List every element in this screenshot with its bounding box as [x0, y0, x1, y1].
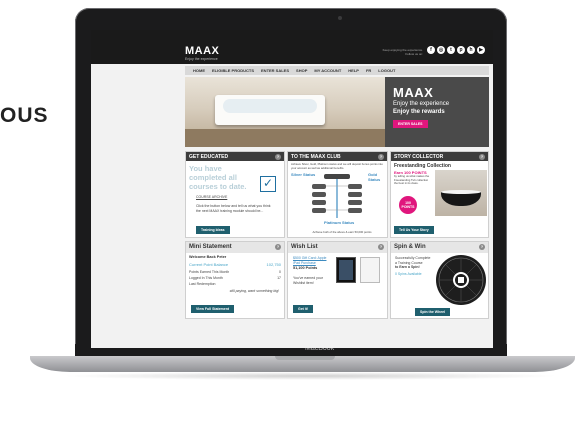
- gold-status-label: Gold Status: [368, 172, 381, 182]
- panel-title: Wish List: [291, 244, 318, 250]
- help-icon[interactable]: ?: [275, 243, 281, 250]
- platinum-status-label: Platinum Status: [324, 220, 355, 225]
- balance-value: 102,750: [266, 262, 281, 267]
- main-nav: HOME ELIGIBLE PRODUCTS ENTER SALES SHOP …: [185, 66, 489, 75]
- training-prompt-text: Click the button below and tell us what …: [196, 204, 271, 213]
- site-logo-tagline: Enjoy the experience: [185, 57, 218, 61]
- story-collector-panel: STORY COLLECTOR? Freestanding Collection…: [390, 151, 489, 238]
- bathtub-shape: [215, 95, 325, 125]
- help-icon[interactable]: ?: [378, 243, 384, 250]
- hero-title: MAAX: [393, 85, 434, 100]
- wishlist-item-link[interactable]: $500 Gift Card: Apple iPad Purchase: [293, 256, 331, 265]
- nav-item-enter-sales[interactable]: ENTER SALES: [261, 68, 289, 73]
- maax-club-panel: TO THE MAAX CLUB? Achieve Silver, Gold, …: [287, 151, 388, 238]
- panel-header: TO THE MAAX CLUB?: [288, 152, 387, 161]
- facebook-icon[interactable]: f: [427, 46, 435, 54]
- panel-header: STORY COLLECTOR?: [391, 152, 488, 161]
- panel-title: Spin & Win: [394, 244, 426, 250]
- tell-us-your-story-button[interactable]: Tell Us Your Story: [394, 226, 434, 234]
- twitter-icon[interactable]: t: [447, 46, 455, 54]
- wishlist-points: 51,100 Points: [293, 266, 318, 270]
- instagram-icon[interactable]: ◎: [437, 46, 445, 54]
- nav-item-fr[interactable]: FR: [366, 68, 371, 73]
- hero-banner: MAAX Enjoy the experience Enjoy the rewa…: [185, 77, 489, 147]
- laptop-notch: [275, 356, 335, 360]
- courses-complete-headline: You have completed all courses to date.: [189, 164, 247, 191]
- get-it-button[interactable]: Get It!: [293, 305, 314, 313]
- club-flow-diagram: [312, 174, 362, 218]
- nav-item-logout[interactable]: LOGOUT: [378, 68, 395, 73]
- social-links: f ◎ t p h ▶: [427, 46, 485, 54]
- wishlist-note: You've earned your Wishlist item!: [293, 276, 323, 285]
- hero-line-1: Enjoy the experience: [393, 101, 450, 107]
- balance-row: Current Point Balance 102,750: [189, 262, 281, 267]
- camera-dot: [338, 16, 342, 20]
- club-intro: Achieve Silver, Gold, Platinum status an…: [291, 162, 383, 170]
- mini-statement-panel: Mini Statement? Welcome Back Peter Curre…: [185, 241, 285, 319]
- panel-header: Wish List?: [288, 242, 387, 253]
- panel-title: TO THE MAAX CLUB: [291, 154, 341, 160]
- get-educated-panel: GET EDUCATED? You have completed all cou…: [185, 151, 285, 238]
- training-ideas-button[interactable]: Training Ideas: [196, 226, 230, 234]
- site-logo[interactable]: MAAX: [185, 45, 219, 57]
- help-icon[interactable]: ?: [479, 243, 485, 250]
- stage: OUS MacBook MAAX Enjoy the experience Ke…: [0, 0, 575, 430]
- site-header: MAAX Enjoy the experience Keep enjoying …: [91, 30, 493, 64]
- story-heading: Freestanding Collection: [394, 163, 451, 169]
- wish-list-panel: Wish List? $500 Gift Card: Apple iPad Pu…: [287, 241, 388, 319]
- panel-header: Spin & Win?: [391, 242, 488, 253]
- nav-item-help[interactable]: HELP: [348, 68, 359, 73]
- enter-sales-button[interactable]: ENTER SALES: [393, 120, 428, 128]
- ipad-back-image: [360, 257, 380, 283]
- panel-header: GET EDUCATED?: [186, 152, 284, 161]
- panel-title: Mini Statement: [189, 244, 232, 250]
- panel-title: STORY COLLECTOR: [394, 154, 444, 160]
- panel-header: Mini Statement?: [186, 242, 284, 253]
- welcome-text: Welcome Back Peter: [189, 255, 227, 259]
- spin-instructions: Successfully Complete a Training Course to…: [395, 256, 431, 269]
- nav-item-my-account[interactable]: MY ACCOUNT: [314, 68, 341, 73]
- background-text: OUS: [0, 104, 49, 127]
- pinterest-icon[interactable]: p: [457, 46, 465, 54]
- bathtub-photo: [185, 77, 385, 147]
- freestanding-tub-photo: [435, 170, 487, 216]
- nav-item-home[interactable]: HOME: [193, 68, 205, 73]
- nav-item-eligible-products[interactable]: ELIGIBLE PRODUCTS: [212, 68, 254, 73]
- statement-note: still paying, want something big!: [229, 289, 279, 293]
- table-row: Last Redemption: [189, 282, 216, 286]
- youtube-icon[interactable]: ▶: [477, 46, 485, 54]
- laptop-screen: MAAX Enjoy the experience Keep enjoying …: [91, 30, 493, 348]
- houzz-icon[interactable]: h: [467, 46, 475, 54]
- hero-line-2: Enjoy the rewards: [393, 109, 445, 115]
- spins-available: 0 Spins Available: [395, 272, 422, 276]
- course-archive-link[interactable]: COURSE ARCHIVE: [196, 195, 227, 200]
- prize-wheel[interactable]: [435, 254, 487, 306]
- help-icon[interactable]: ?: [479, 153, 485, 160]
- panel-title: GET EDUCATED: [189, 154, 229, 160]
- nav-item-shop[interactable]: SHOP: [296, 68, 307, 73]
- view-full-statement-button[interactable]: View Full Statement: [191, 305, 234, 313]
- balance-label: Current Point Balance: [189, 262, 229, 267]
- spin-and-win-panel: Spin & Win? Successfully Complete a Train…: [390, 241, 489, 319]
- statement-rows: Points Earned This Month 0 Logged In This…: [189, 269, 281, 287]
- laptop-shadow: [60, 372, 560, 380]
- follow-text: Keep enjoying the experience. Follow us …: [382, 48, 423, 56]
- help-icon[interactable]: ?: [275, 153, 281, 160]
- floor-shape: [185, 129, 385, 147]
- story-body: by telling us what makes the Freestandin…: [394, 174, 430, 185]
- spin-the-wheel-button[interactable]: Spin the Wheel: [415, 308, 451, 316]
- club-footer-note: Achieve both of the above & earn 50,000 …: [312, 230, 372, 234]
- help-icon[interactable]: ?: [378, 153, 384, 160]
- points-badge: 100 POINTS: [399, 196, 417, 214]
- checkmark-icon: ✓: [260, 176, 276, 192]
- ipad-image: [336, 257, 356, 283]
